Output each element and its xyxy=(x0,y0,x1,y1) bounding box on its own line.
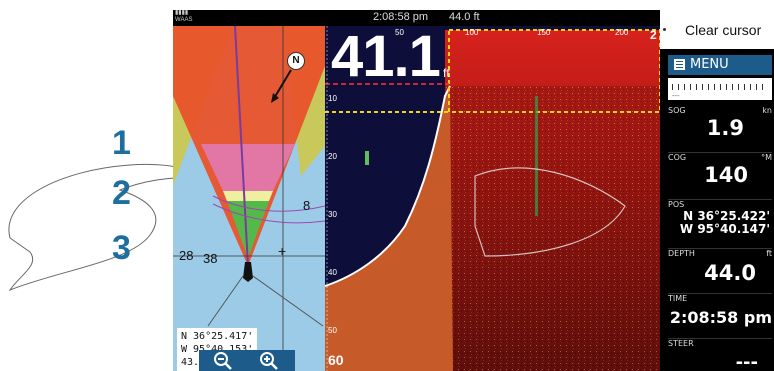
depth-scale-label: 40 xyxy=(328,268,337,277)
depth-scale-label: 10 xyxy=(328,94,337,103)
sonar-cone-ring xyxy=(223,191,273,201)
instrument-depth: DEPTH ft 44.0 xyxy=(668,249,772,285)
sonar-panel[interactable]: 41.1 ft 50 100 150 200 2 10 20 30 40 50 … xyxy=(325,26,660,371)
clear-cursor-button[interactable]: Clear cursor xyxy=(660,10,774,49)
svg-text:+: + xyxy=(278,243,286,259)
range-label: 150 xyxy=(537,28,551,37)
menu-icon xyxy=(674,59,685,70)
scale-bar: --- xyxy=(668,78,772,100)
callout-2: 2 xyxy=(112,174,131,212)
zoom-out-icon[interactable] xyxy=(213,351,233,371)
menu-button[interactable]: MENU xyxy=(668,55,772,75)
heading-arrow-icon xyxy=(271,69,292,103)
instrument-sidebar: MENU --- SOG kn 1.9 COG °M 140 POS N 36°… xyxy=(660,49,774,371)
pointer-dot-icon xyxy=(663,28,666,31)
depth-scale-label: 20 xyxy=(328,152,337,161)
display-screen: ▮▮▮▮ WAAS 2:08:58 pm 44.0 ft + N 8 28 38… xyxy=(173,10,774,371)
range-label: 200 xyxy=(615,28,629,37)
callout-3: 3 xyxy=(112,229,131,267)
instrument-sog: SOG kn 1.9 xyxy=(668,106,772,140)
depth-scale-label: 30 xyxy=(328,210,337,219)
range-label: 100 xyxy=(465,28,479,37)
zoom-in-icon[interactable] xyxy=(259,351,279,371)
chart-sounding: 28 xyxy=(179,248,194,263)
gps-signal-indicator: ▮▮▮▮ WAAS xyxy=(175,10,193,23)
instrument-steer: STEER --- xyxy=(668,339,758,371)
instrument-time: TIME 2:08:58 pm xyxy=(668,294,772,327)
depth-scale-label: 50 xyxy=(328,326,337,335)
sonar-depth-unit: ft xyxy=(443,66,450,80)
chart-sounding: 38 xyxy=(203,251,218,266)
status-time: 2:08:58 pm xyxy=(373,11,429,23)
sonar-depth-readout: 41.1 xyxy=(331,26,441,89)
status-bar: ▮▮▮▮ WAAS 2:08:58 pm 44.0 ft xyxy=(173,10,660,26)
zoom-controls xyxy=(199,350,295,371)
instrument-pos: POS N 36°25.422' W 95°40.147' xyxy=(668,200,770,236)
instrument-cog: COG °M 140 xyxy=(668,153,772,187)
chart-sounding: 8 xyxy=(303,198,311,213)
range-label: 50 xyxy=(395,28,404,37)
vessel-icon xyxy=(243,262,253,282)
sonar-bottom-depth: 60 xyxy=(328,352,344,368)
callout-1: 1 xyxy=(112,124,131,162)
status-depth: 44.0 ft xyxy=(449,11,480,23)
chart-panel[interactable]: + N 8 28 38 N 36°25.417' W 95°40.153' 43… xyxy=(173,26,325,371)
range-label: 2 xyxy=(650,28,657,42)
